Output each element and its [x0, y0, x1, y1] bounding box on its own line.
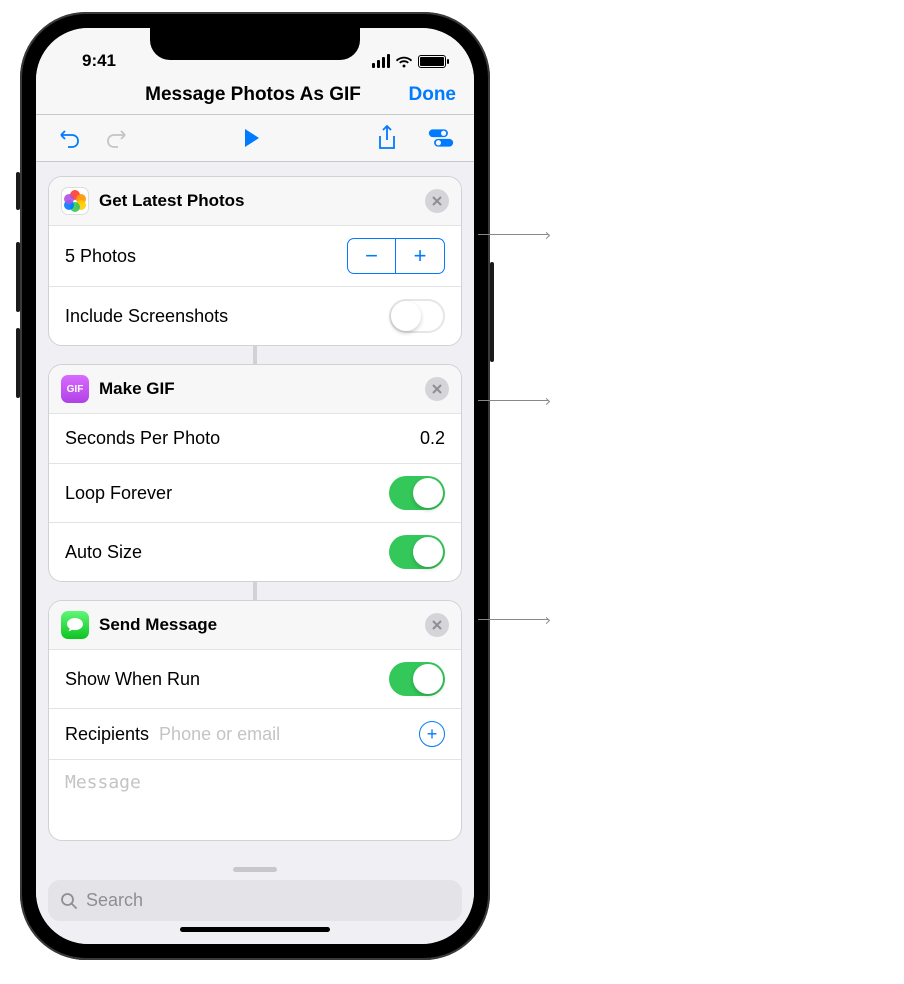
share-button[interactable] — [374, 125, 400, 151]
show-when-run-row: Show When Run — [49, 650, 461, 709]
action-connector — [48, 346, 462, 364]
search-icon — [60, 892, 78, 910]
battery-icon — [418, 55, 446, 68]
auto-size-toggle[interactable] — [389, 535, 445, 569]
gif-icon: GIF — [61, 375, 89, 403]
show-when-run-label: Show When Run — [65, 669, 200, 690]
side-button — [16, 172, 20, 210]
seconds-value: 0.2 — [420, 428, 445, 449]
status-icons — [356, 54, 446, 68]
play-button[interactable] — [239, 125, 265, 151]
side-button — [16, 328, 20, 398]
undo-button[interactable] — [56, 125, 82, 151]
add-recipient-button[interactable]: + — [419, 721, 445, 747]
phone-frame: 9:41 Message Photos As GIF Done — [20, 12, 490, 960]
callout-line — [478, 400, 548, 401]
done-button[interactable]: Done — [396, 84, 456, 106]
delete-action-button[interactable] — [425, 613, 449, 637]
status-time: 9:41 — [64, 51, 134, 71]
search-bar[interactable]: Search — [48, 880, 462, 921]
screen: 9:41 Message Photos As GIF Done — [36, 28, 474, 944]
bottom-panel: Search — [36, 859, 474, 944]
redo-button[interactable] — [104, 125, 130, 151]
action-make-gif: GIF Make GIF Seconds Per Photo 0.2 Loop … — [48, 364, 462, 582]
action-title: Get Latest Photos — [99, 191, 415, 211]
page-title: Message Photos As GIF — [54, 84, 396, 106]
action-header[interactable]: Get Latest Photos — [49, 177, 461, 226]
home-indicator[interactable] — [180, 927, 330, 932]
stepper-plus[interactable]: + — [396, 239, 444, 273]
action-title: Make GIF — [99, 379, 415, 399]
drawer-grabber[interactable] — [233, 867, 277, 872]
include-screenshots-label: Include Screenshots — [65, 306, 228, 327]
show-when-run-toggle[interactable] — [389, 662, 445, 696]
search-placeholder: Search — [86, 890, 143, 911]
loop-label: Loop Forever — [65, 483, 172, 504]
seconds-label: Seconds Per Photo — [65, 428, 220, 449]
loop-forever-toggle[interactable] — [389, 476, 445, 510]
action-connector — [48, 582, 462, 600]
messages-app-icon — [61, 611, 89, 639]
callout-line — [478, 234, 548, 235]
stepper-minus[interactable]: − — [348, 239, 396, 273]
include-screenshots-toggle[interactable] — [389, 299, 445, 333]
photo-count-label: 5 Photos — [65, 246, 136, 267]
callout-line — [478, 619, 548, 620]
message-row — [49, 760, 461, 840]
photo-count-stepper[interactable]: − + — [347, 238, 445, 274]
message-input[interactable] — [65, 772, 445, 814]
action-header[interactable]: GIF Make GIF — [49, 365, 461, 414]
action-send-message: Send Message Show When Run Recipients + — [48, 600, 462, 841]
toolbar — [36, 115, 474, 162]
nav-bar: Message Photos As GIF Done — [36, 80, 474, 115]
side-button — [16, 242, 20, 312]
delete-action-button[interactable] — [425, 377, 449, 401]
wifi-icon — [395, 55, 413, 68]
recipients-input[interactable] — [159, 724, 409, 745]
loop-forever-row: Loop Forever — [49, 464, 461, 523]
action-get-latest-photos: Get Latest Photos 5 Photos − + Include S… — [48, 176, 462, 346]
auto-size-row: Auto Size — [49, 523, 461, 581]
auto-size-label: Auto Size — [65, 542, 142, 563]
seconds-per-photo-row[interactable]: Seconds Per Photo 0.2 — [49, 414, 461, 464]
notch — [150, 28, 360, 60]
photos-app-icon — [61, 187, 89, 215]
action-title: Send Message — [99, 615, 415, 635]
photo-count-row: 5 Photos − + — [49, 226, 461, 287]
cellular-icon — [372, 54, 390, 68]
settings-toggle-button[interactable] — [428, 125, 454, 151]
recipients-row: Recipients + — [49, 709, 461, 760]
actions-list[interactable]: Get Latest Photos 5 Photos − + Include S… — [36, 162, 474, 859]
side-button — [490, 262, 494, 362]
recipients-label: Recipients — [65, 724, 149, 745]
include-screenshots-row: Include Screenshots — [49, 287, 461, 345]
delete-action-button[interactable] — [425, 189, 449, 213]
action-header[interactable]: Send Message — [49, 601, 461, 650]
